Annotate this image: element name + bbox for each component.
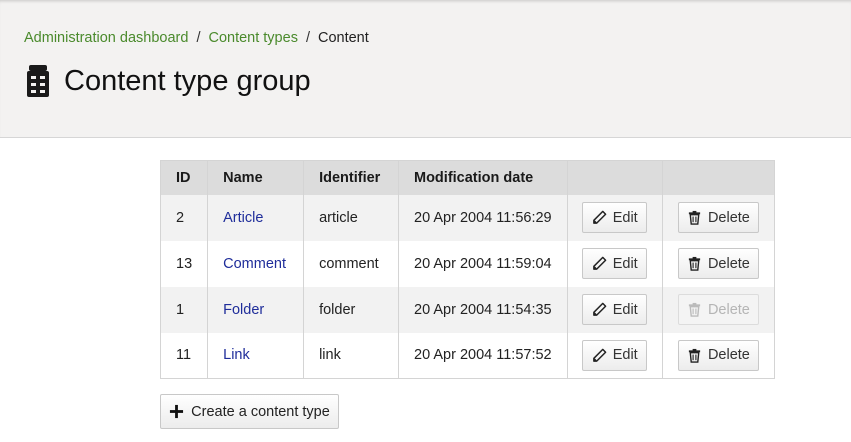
create-content-type-label: Create a content type (191, 403, 330, 420)
edit-button[interactable]: Edit (582, 339, 648, 371)
cell-identifier: comment (303, 240, 399, 287)
column-header-delete (661, 160, 776, 195)
column-header-edit (566, 160, 663, 195)
delete-button[interactable]: Delete (677, 202, 759, 233)
cell-modification-date: 20 Apr 2004 11:56:29 (398, 194, 568, 241)
column-header-id: ID (159, 160, 209, 195)
trash-icon (687, 256, 702, 271)
pencil-icon (592, 210, 607, 225)
breadcrumb-separator: / (305, 30, 310, 46)
trash-icon (687, 210, 702, 225)
cell-id: 1 (159, 286, 209, 333)
cell-edit: Edit (566, 332, 663, 379)
cell-identifier: folder (303, 286, 399, 333)
delete-button-disabled: Delete (677, 294, 759, 325)
cell-modification-date: 20 Apr 2004 11:57:52 (398, 332, 568, 379)
content-type-link[interactable]: Folder (223, 302, 264, 318)
cell-name: Comment (207, 240, 305, 287)
delete-button-label: Delete (707, 209, 750, 226)
cell-modification-date: 20 Apr 2004 11:59:04 (398, 240, 568, 287)
cell-delete: Delete (661, 240, 776, 287)
cell-modification-date: 20 Apr 2004 11:54:35 (398, 286, 568, 333)
content-type-link[interactable]: Article (223, 210, 263, 226)
table-row: 13 Comment comment 20 Apr 2004 11:59:04 … (159, 240, 776, 287)
edit-button-label: Edit (612, 301, 638, 318)
content-type-link[interactable]: Comment (223, 256, 286, 272)
pencil-icon (592, 348, 607, 363)
table-row: 11 Link link 20 Apr 2004 11:57:52 Edit D… (159, 332, 776, 379)
page-title-row: Content type group (24, 64, 311, 98)
breadcrumb-admin-dashboard[interactable]: Administration dashboard (24, 30, 188, 46)
cell-id: 2 (159, 194, 209, 241)
cell-identifier: article (303, 194, 399, 241)
table-header-row: ID Name Identifier Modification date (159, 160, 776, 195)
breadcrumb-content-types[interactable]: Content types (208, 30, 297, 46)
column-header-modification-date: Modification date (398, 160, 568, 195)
delete-button-label: Delete (707, 255, 750, 272)
content-types-table: ID Name Identifier Modification date 2 A… (159, 160, 776, 379)
edit-button-label: Edit (612, 209, 638, 226)
delete-button-label: Delete (707, 301, 750, 318)
breadcrumb: Administration dashboard / Content types / C… (24, 30, 369, 46)
cell-name: Link (207, 332, 305, 379)
trash-icon (687, 348, 702, 363)
cell-id: 11 (159, 332, 209, 379)
create-content-type-button[interactable]: Create a content type (160, 394, 339, 429)
cell-delete: Delete (661, 286, 776, 333)
pencil-icon (592, 256, 607, 271)
cell-id: 13 (159, 240, 209, 287)
cell-delete: Delete (661, 194, 776, 241)
column-header-name: Name (207, 160, 305, 195)
page-title: Content type group (64, 64, 311, 97)
content-type-group-icon (24, 64, 52, 98)
edit-button-label: Edit (612, 347, 638, 364)
cell-delete: Delete (661, 332, 776, 379)
cell-name: Folder (207, 286, 305, 333)
cell-edit: Edit (566, 194, 663, 241)
edit-button[interactable]: Edit (582, 294, 648, 325)
breadcrumb-separator: / (196, 30, 201, 46)
cell-identifier: link (303, 332, 399, 379)
table-row: 2 Article article 20 Apr 2004 11:56:29 E… (159, 194, 776, 241)
column-header-identifier: Identifier (303, 160, 399, 195)
edit-button-label: Edit (612, 255, 638, 272)
table-row: 1 Folder folder 20 Apr 2004 11:54:35 Edi… (159, 286, 776, 333)
plus-icon (169, 404, 184, 419)
page-header: Administration dashboard / Content types / C… (0, 0, 851, 138)
trash-icon (687, 302, 702, 317)
delete-button[interactable]: Delete (677, 248, 759, 279)
edit-button[interactable]: Edit (582, 248, 648, 279)
cell-edit: Edit (566, 286, 663, 333)
delete-button[interactable]: Delete (677, 339, 759, 371)
edit-button[interactable]: Edit (582, 202, 648, 233)
delete-button-label: Delete (707, 347, 750, 364)
cell-name: Article (207, 194, 305, 241)
breadcrumb-current: Content (317, 30, 369, 46)
content-type-link[interactable]: Link (223, 347, 250, 363)
pencil-icon (592, 302, 607, 317)
cell-edit: Edit (566, 240, 663, 287)
